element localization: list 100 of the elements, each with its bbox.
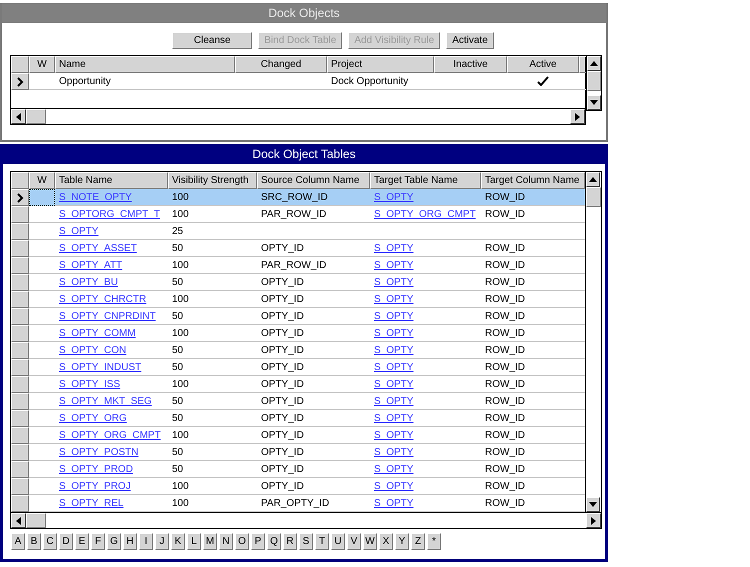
- table-name-link[interactable]: S_OPTY_ISS: [59, 378, 120, 390]
- toolbar-button[interactable]: Cleanse: [172, 32, 252, 49]
- table-name-link[interactable]: S_OPTY: [59, 226, 98, 236]
- letter-button[interactable]: Z: [411, 533, 425, 550]
- table-name-link[interactable]: S_OPTY_CNPRDINT: [59, 310, 156, 322]
- target-table-link[interactable]: S_OPTY: [374, 378, 414, 390]
- column-header[interactable]: Target Table Name: [370, 172, 481, 189]
- letter-button[interactable]: Q: [267, 533, 281, 550]
- scroll-thumb[interactable]: [587, 71, 601, 91]
- letter-button[interactable]: Y: [395, 533, 409, 550]
- column-header[interactable]: Changed: [235, 56, 327, 73]
- letter-button[interactable]: M: [203, 533, 217, 550]
- target-table-link[interactable]: S_OPTY: [374, 412, 414, 424]
- letter-button[interactable]: J: [155, 533, 169, 550]
- target-table-link[interactable]: S_OPTY: [374, 430, 414, 440]
- letter-button[interactable]: G: [107, 533, 121, 550]
- scroll-right-button[interactable]: [570, 109, 585, 124]
- table-name-link[interactable]: S_OPTY_POSTN: [59, 446, 138, 458]
- letter-button[interactable]: T: [315, 533, 329, 550]
- letter-button[interactable]: K: [171, 533, 185, 550]
- scroll-right-button[interactable]: [586, 513, 601, 528]
- table-name-link[interactable]: S_OPTY_ASSET: [59, 242, 137, 254]
- column-header[interactable]: Table Name: [55, 172, 168, 189]
- target-table-link[interactable]: S_OPTY: [374, 260, 414, 270]
- target-table-link[interactable]: S_OPTY: [374, 464, 414, 474]
- column-header[interactable]: Active: [507, 56, 579, 73]
- column-header[interactable]: Project: [327, 56, 434, 73]
- target-table-link[interactable]: S_OPTY: [374, 396, 414, 406]
- scroll-thumb[interactable]: [26, 513, 46, 528]
- letter-button[interactable]: O: [235, 533, 249, 550]
- letter-button[interactable]: C: [43, 533, 57, 550]
- letter-button[interactable]: A: [11, 533, 25, 550]
- horizontal-scrollbar[interactable]: [11, 512, 601, 528]
- toolbar-button[interactable]: Activate: [446, 32, 494, 49]
- target-table-link[interactable]: S_OPTY: [374, 276, 414, 288]
- letter-button[interactable]: N: [219, 533, 233, 550]
- letter-button[interactable]: D: [59, 533, 73, 550]
- table-name-link[interactable]: S_OPTY_COMM: [59, 328, 136, 338]
- letter-button[interactable]: X: [379, 533, 393, 550]
- scroll-left-button[interactable]: [11, 513, 26, 528]
- target-table-link[interactable]: S_OPTY: [374, 498, 414, 508]
- table-name-link[interactable]: S_OPTORG_CMPT_T: [59, 208, 160, 220]
- letter-button[interactable]: E: [75, 533, 89, 550]
- letter-button[interactable]: U: [331, 533, 345, 550]
- target-table-link[interactable]: S_OPTY: [374, 480, 414, 492]
- scroll-up-button[interactable]: [587, 56, 601, 71]
- table-name-link[interactable]: S_OPTY_PROD: [59, 464, 133, 474]
- letter-button[interactable]: F: [91, 533, 105, 550]
- target-table-link[interactable]: S_OPTY: [374, 192, 414, 202]
- scroll-thumb[interactable]: [586, 187, 601, 207]
- target-table-link[interactable]: S_OPTY: [374, 446, 414, 458]
- column-header[interactable]: Inactive: [434, 56, 507, 73]
- letter-button[interactable]: V: [347, 533, 361, 550]
- letter-button[interactable]: I: [139, 533, 153, 550]
- letter-button[interactable]: R: [283, 533, 297, 550]
- letter-button[interactable]: H: [123, 533, 137, 550]
- scroll-down-button[interactable]: [587, 95, 601, 110]
- table-name-link[interactable]: S_NOTE_OPTY: [59, 192, 132, 202]
- target-table-link[interactable]: S_OPTY: [374, 362, 414, 372]
- scroll-up-button[interactable]: [586, 172, 600, 187]
- table-name-link[interactable]: S_OPTY_ORG_CMPT: [59, 430, 161, 440]
- selected-row[interactable]: S_NOTE_OPTY 100 SRC_ROW_ID S_OPTY ROW_ID: [11, 189, 586, 206]
- letter-button[interactable]: *: [427, 533, 441, 550]
- table-name-link[interactable]: S_OPTY_BU: [59, 276, 118, 288]
- column-header[interactable]: Visibility Strength: [168, 172, 257, 189]
- column-header[interactable]: W: [29, 56, 55, 73]
- target-table-link[interactable]: S_OPTY: [374, 310, 414, 322]
- letter-button[interactable]: B: [27, 533, 41, 550]
- letter-button[interactable]: L: [187, 533, 201, 550]
- vertical-scrollbar[interactable]: [585, 172, 601, 512]
- focused-cell[interactable]: [29, 189, 55, 206]
- row-selector[interactable]: [11, 73, 29, 90]
- target-table-link[interactable]: S_OPTY: [374, 344, 414, 356]
- column-header[interactable]: W: [29, 172, 55, 189]
- target-table-link[interactable]: S_OPTY: [374, 242, 414, 254]
- table-name-link[interactable]: S_OPTY_CON: [59, 344, 126, 356]
- table-name-link[interactable]: S_OPTY_CHRCTR: [59, 294, 146, 304]
- vertical-scrollbar[interactable]: [586, 55, 602, 111]
- table-name-link[interactable]: S_OPTY_ORG: [59, 412, 127, 424]
- letter-button[interactable]: S: [299, 533, 313, 550]
- table-cell: SRC_ROW_ID: [261, 192, 328, 202]
- letter-button[interactable]: P: [251, 533, 265, 550]
- target-table-link[interactable]: S_OPTY: [374, 294, 414, 304]
- column-header[interactable]: Name: [55, 56, 235, 73]
- table-name-link[interactable]: S_OPTY_PROJ: [59, 480, 131, 492]
- column-header[interactable]: Target Column Name: [481, 172, 585, 189]
- letter-button[interactable]: W: [363, 533, 377, 550]
- target-table-link[interactable]: S_OPTY: [374, 328, 414, 338]
- table-cell: 100: [172, 430, 189, 440]
- horizontal-scrollbar[interactable]: [11, 108, 585, 124]
- table-name-link[interactable]: S_OPTY_INDUST: [59, 362, 142, 372]
- target-table-link[interactable]: S_OPTY_ORG_CMPT: [374, 208, 476, 220]
- column-header[interactable]: Source Column Name: [257, 172, 370, 189]
- table-name-link[interactable]: S_OPTY_ATT: [59, 260, 122, 270]
- row-selector[interactable]: [11, 189, 29, 206]
- table-name-link[interactable]: S_OPTY_REL: [59, 498, 124, 508]
- scroll-down-button[interactable]: [586, 497, 600, 512]
- table-name-link[interactable]: S_OPTY_MKT_SEG: [59, 396, 152, 406]
- scroll-left-button[interactable]: [11, 109, 26, 124]
- scroll-thumb[interactable]: [26, 109, 46, 124]
